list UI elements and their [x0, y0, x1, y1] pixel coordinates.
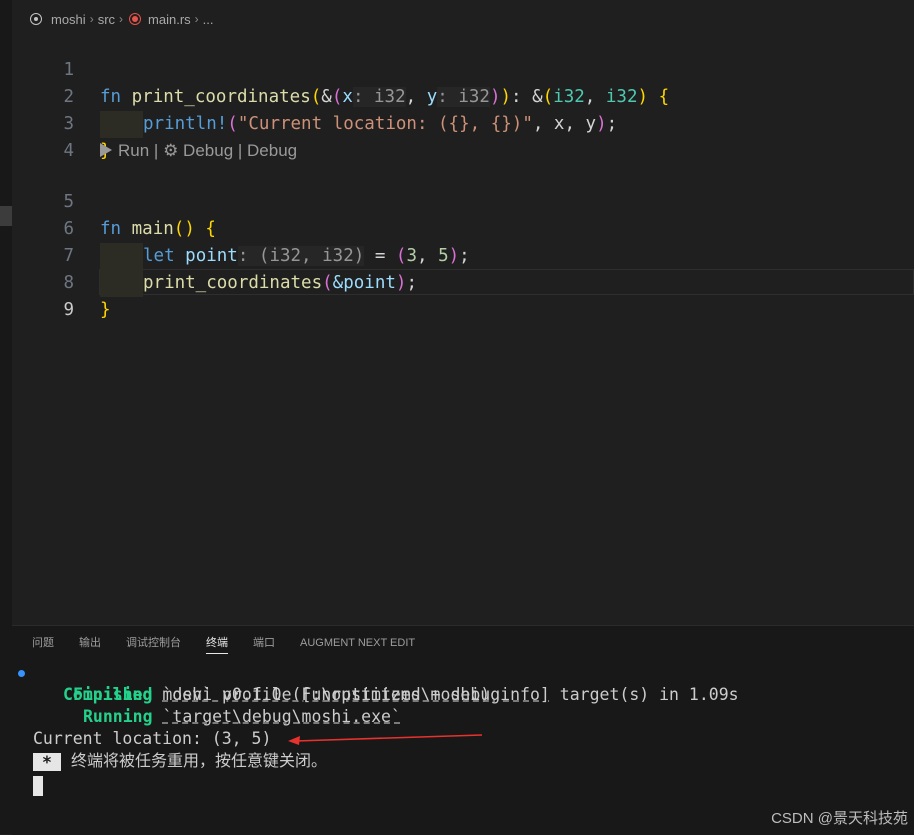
- breadcrumb-more[interactable]: ...: [203, 12, 214, 27]
- tab-debug-console[interactable]: 调试控制台: [126, 626, 181, 660]
- chevron-right-icon: ›: [119, 12, 124, 26]
- tab-ports[interactable]: 端口: [253, 626, 275, 660]
- project-target-icon: [30, 13, 42, 25]
- command-decoration-icon[interactable]: [18, 670, 25, 677]
- tab-terminal[interactable]: 终端: [206, 626, 228, 660]
- terminal-line-running: Running `target\debug\moshi.exe`: [83, 707, 401, 726]
- terminal-cursor-tail: [33, 776, 43, 796]
- scroll-marker: [0, 206, 12, 226]
- activity-bar-strip: [0, 0, 12, 834]
- terminal-reuse-line: * 终端将被任务重用，按任意键关闭。: [33, 750, 327, 772]
- red-arrow-annotation: [288, 734, 483, 745]
- chevron-right-icon: ›: [194, 12, 199, 26]
- codelens-run-button[interactable]: Run: [100, 141, 149, 160]
- play-icon: [100, 143, 112, 157]
- code-line-4[interactable]: 4: [12, 111, 914, 161]
- code-line-2[interactable]: 2 println!("Current location: ({}, {})",…: [12, 57, 914, 138]
- code-line-1[interactable]: 1 fn print_coordinates(&(x: i32, y: i32)…: [12, 30, 914, 107]
- terminal-line-finished: Finished `dev` profile [unoptimized + de…: [73, 685, 739, 704]
- code-line-3[interactable]: 3 }: [12, 84, 914, 161]
- breadcrumb-file[interactable]: main.rs: [148, 12, 191, 27]
- breadcrumb: moshi › src › main.rs › ...: [30, 10, 214, 28]
- codelens-debug-button-2[interactable]: Debug: [247, 141, 297, 160]
- chevron-right-icon: ›: [89, 12, 94, 26]
- line-number: 9: [63, 300, 74, 320]
- code-text: }: [100, 300, 111, 320]
- tab-output[interactable]: 输出: [79, 626, 101, 660]
- rust-file-icon: [129, 13, 142, 25]
- tab-problems[interactable]: 问题: [32, 626, 54, 660]
- code-line-5[interactable]: 5 fn main() {: [12, 162, 914, 239]
- terminal-line-compiling: Compiling moshi v0.1.0 (F:\rustitems\mos…: [12, 662, 912, 704]
- tab-augment-next-edit[interactable]: AUGMENT NEXT EDIT: [300, 626, 415, 660]
- breadcrumb-folder[interactable]: src: [98, 12, 115, 27]
- codelens: Run | ⚙ Debug | Debug: [100, 139, 297, 163]
- panel-tabs: 问题 输出 调试控制台 终端 端口 AUGMENT NEXT EDIT: [32, 626, 415, 660]
- watermark: CSDN @景天科技苑: [771, 810, 908, 827]
- code-line-9[interactable]: 9: [12, 270, 914, 320]
- terminal-output: Current location: (3, 5): [33, 729, 272, 748]
- codelens-debug-button[interactable]: ⚙ Debug: [163, 141, 233, 160]
- code-line-7[interactable]: 7 print_coordinates(&point);: [12, 216, 914, 297]
- gear-icon: ⚙: [163, 141, 179, 160]
- breadcrumb-project[interactable]: moshi: [51, 12, 86, 27]
- terminal-cursor: *: [33, 753, 61, 772]
- code-line-8[interactable]: 8 }: [12, 243, 914, 320]
- code-line-6[interactable]: 6 let point: (i32, i32) = (3, 5);: [12, 189, 914, 270]
- line-number: 4: [63, 141, 74, 161]
- code-editor[interactable]: 1 fn print_coordinates(&(x: i32, y: i32)…: [12, 30, 914, 625]
